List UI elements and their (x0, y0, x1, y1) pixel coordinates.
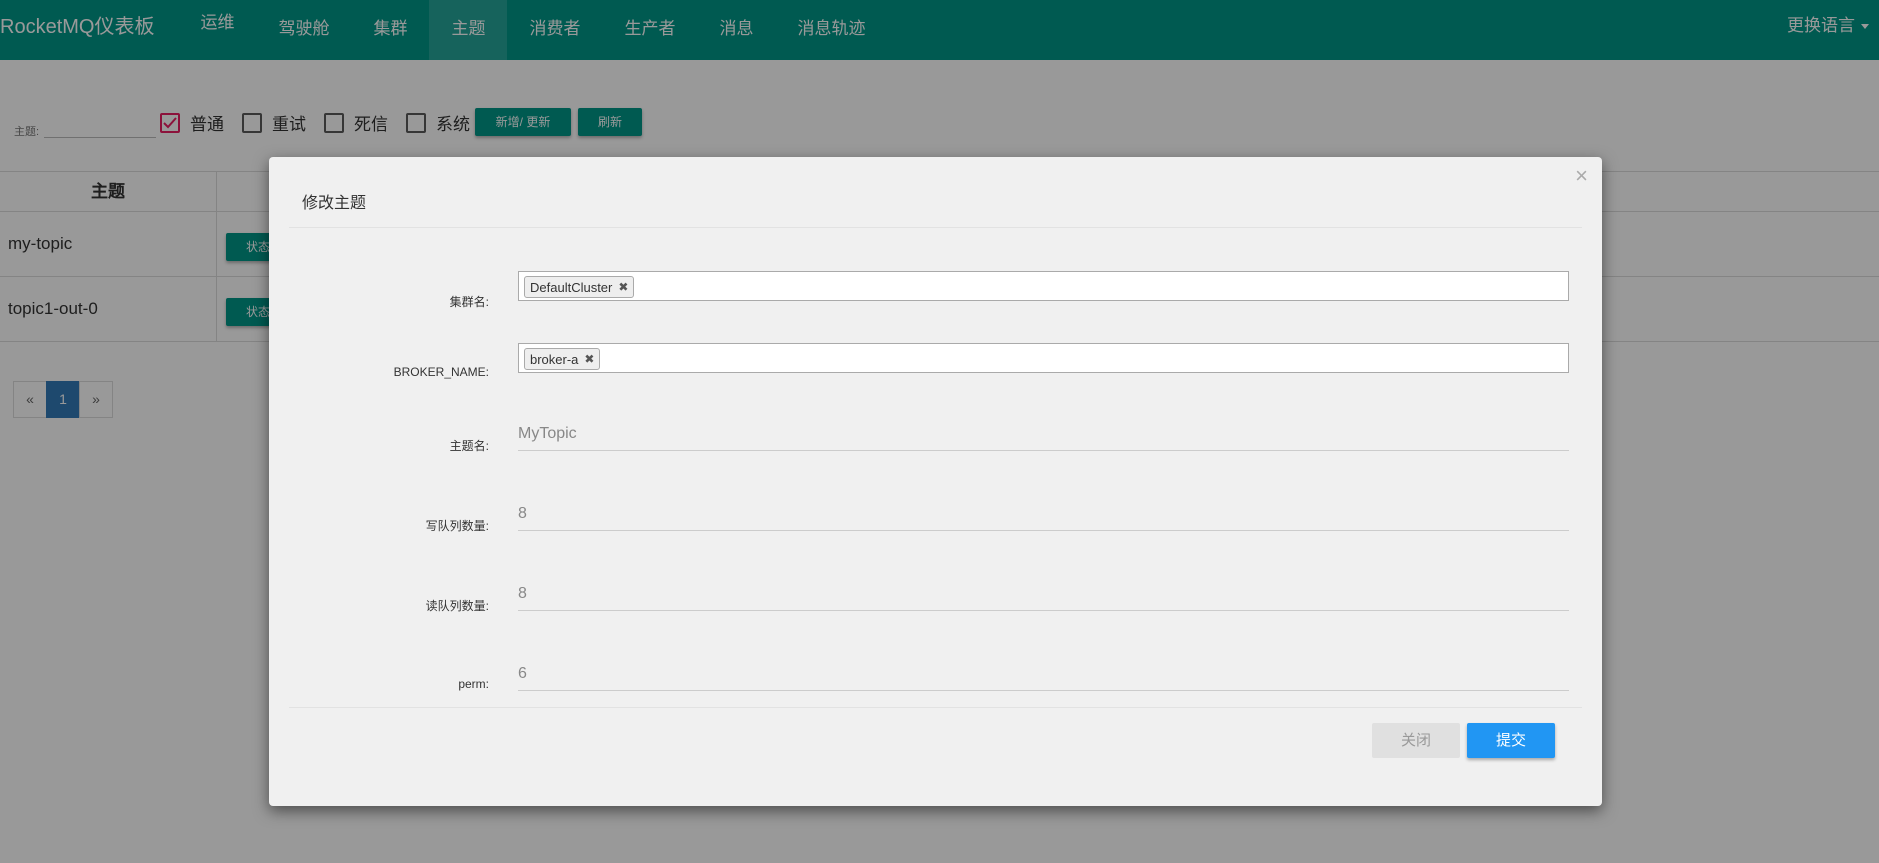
broker-tag-label: broker-a (530, 351, 579, 367)
read-queue-input[interactable]: 8 (518, 583, 1569, 611)
close-button[interactable]: 关闭 (1372, 723, 1460, 758)
cluster-tag: DefaultCluster ✖ (524, 276, 635, 298)
edit-topic-dialog: × 修改主题 集群名: DefaultCluster ✖ BROKER_NAME… (269, 157, 1602, 806)
remove-tag-icon[interactable]: ✖ (584, 352, 594, 366)
cluster-name-label: 集群名: (449, 295, 489, 309)
submit-button[interactable]: 提交 (1467, 723, 1555, 758)
perm-input[interactable]: 6 (518, 663, 1569, 691)
broker-name-select[interactable]: broker-a ✖ (518, 343, 1569, 373)
cluster-name-select[interactable]: DefaultCluster ✖ (518, 271, 1569, 301)
read-queue-label: 读队列数量: (425, 599, 489, 613)
dialog-header-divider (289, 227, 1582, 228)
topic-name-label: 主题名: (449, 439, 489, 453)
write-queue-input[interactable]: 8 (518, 503, 1569, 531)
remove-tag-icon[interactable]: ✖ (618, 280, 628, 294)
write-queue-label: 写队列数量: (425, 519, 489, 533)
perm-label: perm: (458, 677, 489, 691)
broker-name-label: BROKER_NAME: (393, 365, 489, 379)
close-icon[interactable]: × (1575, 163, 1588, 189)
cluster-tag-label: DefaultCluster (530, 279, 613, 295)
dialog-title: 修改主题 (302, 195, 367, 212)
topic-name-input[interactable]: MyTopic (518, 423, 1569, 451)
broker-tag: broker-a ✖ (524, 348, 601, 370)
dialog-footer-divider (289, 707, 1582, 708)
